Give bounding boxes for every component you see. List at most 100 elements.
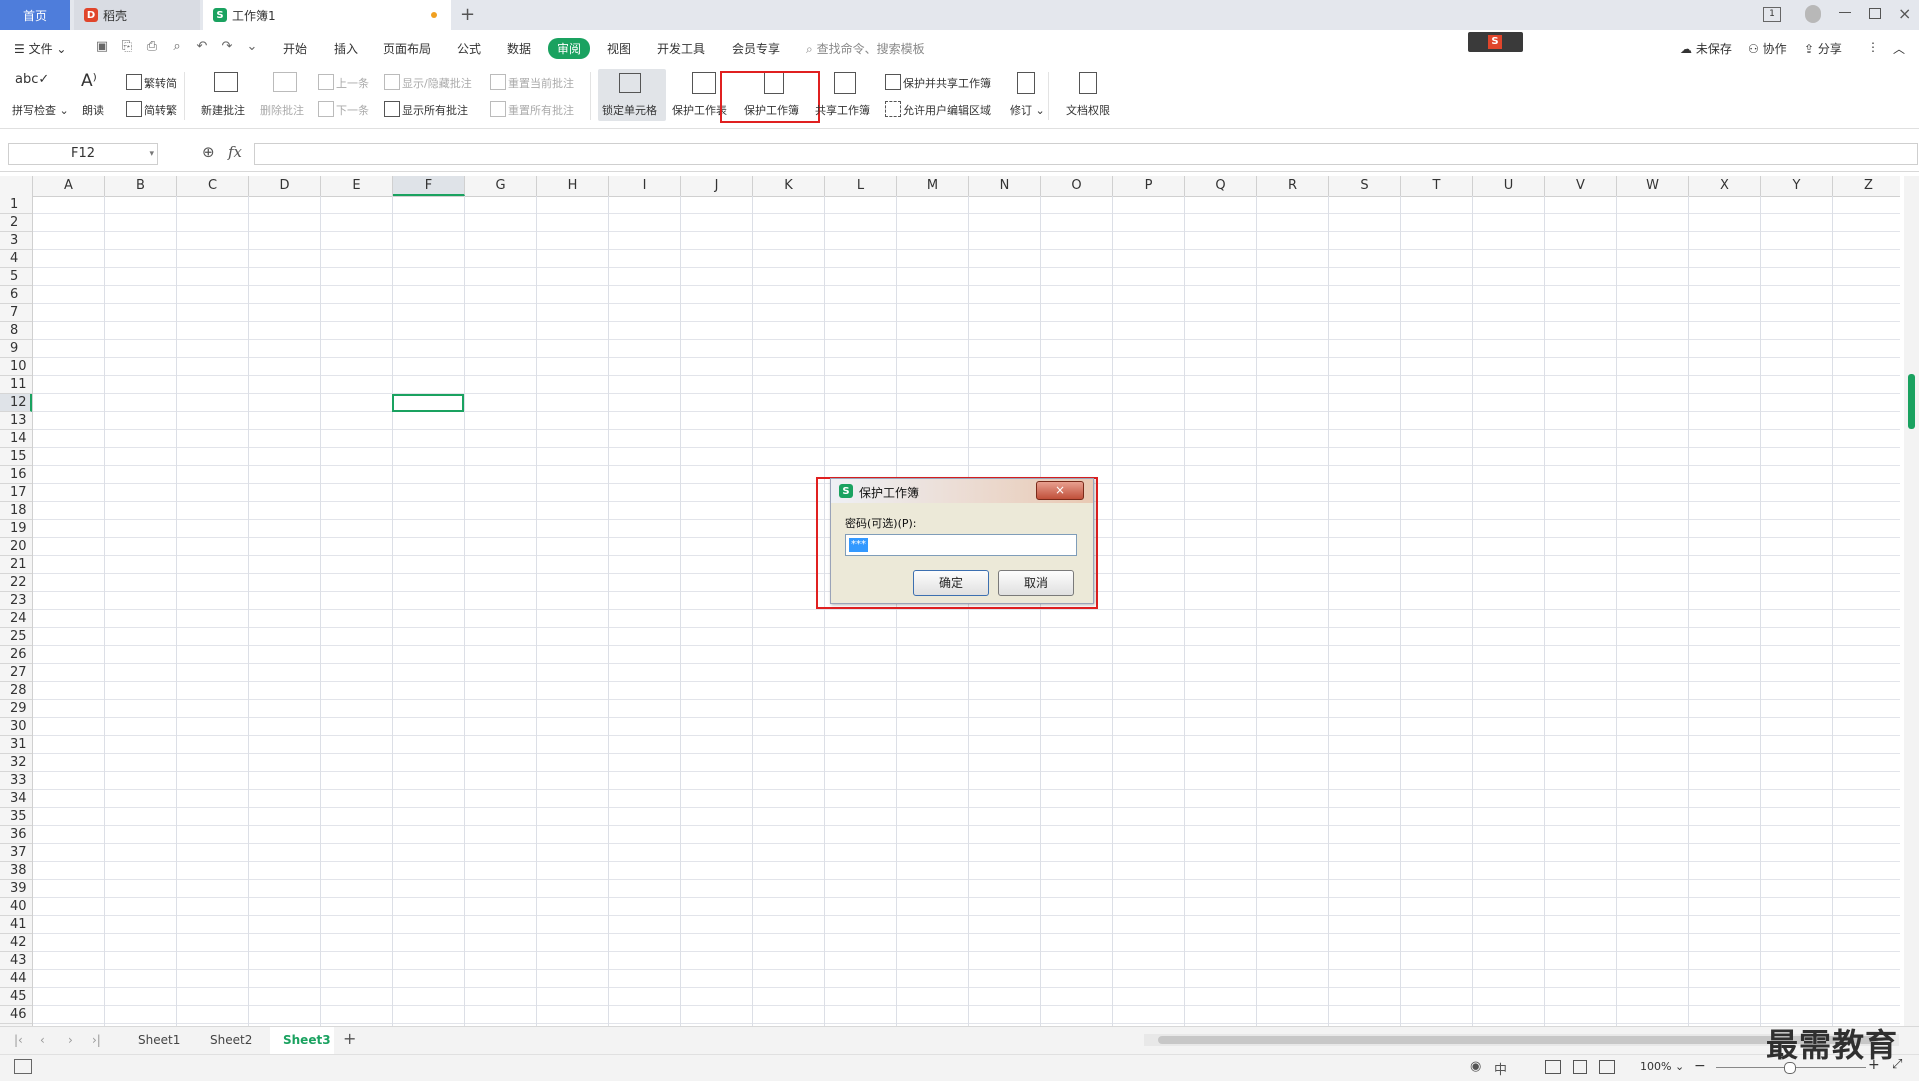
row-header-32[interactable]: 32 — [0, 754, 32, 772]
name-box-dropdown-icon[interactable]: ▾ — [149, 144, 154, 164]
trad-to-simp-button[interactable]: 繁转简 — [126, 74, 177, 91]
track-changes-button[interactable]: 修订 ⌄ — [1010, 102, 1045, 118]
zoom-out-icon[interactable]: − — [1694, 1058, 1706, 1074]
first-sheet-icon[interactable]: |‹ — [14, 1033, 23, 1047]
next-sheet-icon[interactable]: › — [68, 1033, 73, 1047]
menu-formula[interactable]: 公式 — [457, 40, 481, 57]
unsaved-status[interactable]: ☁ 未保存 — [1680, 40, 1732, 57]
column-header-i[interactable]: I — [609, 176, 681, 196]
row-header-22[interactable]: 22 — [0, 574, 32, 592]
row-header-45[interactable]: 45 — [0, 988, 32, 1006]
column-header-c[interactable]: C — [177, 176, 249, 196]
reset-all-comments-button[interactable]: 重置所有批注 — [490, 101, 574, 118]
column-header-f[interactable]: F — [393, 176, 465, 196]
row-header-20[interactable]: 20 — [0, 538, 32, 556]
print-preview-icon[interactable]: ⌕ — [170, 40, 184, 54]
column-header-m[interactable]: M — [897, 176, 969, 196]
restore-icon[interactable] — [1869, 8, 1881, 19]
name-box[interactable]: F12 ▾ — [8, 143, 158, 165]
ime-toolbar[interactable]: S — [1468, 32, 1523, 52]
column-header-y[interactable]: Y — [1761, 176, 1833, 196]
column-header-k[interactable]: K — [753, 176, 825, 196]
share-button[interactable]: ⇪ 分享 — [1804, 40, 1842, 57]
column-header-u[interactable]: U — [1473, 176, 1545, 196]
row-header-18[interactable]: 18 — [0, 502, 32, 520]
row-header-30[interactable]: 30 — [0, 718, 32, 736]
menu-review[interactable]: 审阅 — [548, 38, 591, 59]
menu-insert[interactable]: 插入 — [334, 40, 358, 57]
vertical-scroll-thumb[interactable] — [1908, 374, 1915, 429]
column-header-t[interactable]: T — [1401, 176, 1473, 196]
row-header-9[interactable]: 9 — [0, 340, 32, 358]
allow-edit-ranges-button[interactable]: 允许用户编辑区域 — [885, 101, 991, 118]
next-comment-button[interactable]: 下一条 — [318, 101, 369, 118]
row-header-11[interactable]: 11 — [0, 376, 32, 394]
row-header-40[interactable]: 40 — [0, 898, 32, 916]
row-header-28[interactable]: 28 — [0, 682, 32, 700]
row-header-26[interactable]: 26 — [0, 646, 32, 664]
column-header-q[interactable]: Q — [1185, 176, 1257, 196]
simp-to-trad-button[interactable]: 简转繁 — [126, 101, 177, 118]
row-header-21[interactable]: 21 — [0, 556, 32, 574]
row-header-31[interactable]: 31 — [0, 736, 32, 754]
row-header-10[interactable]: 10 — [0, 358, 32, 376]
sheet-tab-sheet1[interactable]: Sheet1 — [138, 1033, 180, 1047]
new-tab-plus-icon[interactable]: + — [460, 4, 475, 25]
close-window-icon[interactable]: × — [1898, 4, 1911, 23]
new-comment-button[interactable]: 新建批注 — [201, 102, 245, 118]
page-break-view-icon[interactable] — [1573, 1060, 1587, 1074]
row-header-29[interactable]: 29 — [0, 700, 32, 718]
row-header-15[interactable]: 15 — [0, 448, 32, 466]
select-all-corner[interactable] — [0, 176, 33, 196]
row-header-25[interactable]: 25 — [0, 628, 32, 646]
column-header-a[interactable]: A — [33, 176, 105, 196]
row-header-6[interactable]: 6 — [0, 286, 32, 304]
column-header-g[interactable]: G — [465, 176, 537, 196]
formula-input[interactable] — [254, 143, 1918, 165]
input-method-icon[interactable]: 中 — [1494, 1059, 1507, 1078]
protect-sheet-button[interactable]: 保护工作表 — [672, 102, 727, 118]
row-header-33[interactable]: 33 — [0, 772, 32, 790]
column-header-l[interactable]: L — [825, 176, 897, 196]
password-input[interactable]: *** — [845, 534, 1077, 556]
last-sheet-icon[interactable]: ›| — [92, 1033, 101, 1047]
menu-data[interactable]: 数据 — [507, 40, 531, 57]
row-header-24[interactable]: 24 — [0, 610, 32, 628]
selected-cell-f12[interactable] — [392, 394, 464, 412]
save-icon[interactable]: ▣ — [95, 40, 109, 54]
print-icon[interactable]: ⎙ — [145, 40, 159, 54]
cell-grid[interactable] — [33, 196, 1900, 1026]
column-header-o[interactable]: O — [1041, 176, 1113, 196]
macro-record-icon[interactable] — [14, 1059, 32, 1074]
column-header-p[interactable]: P — [1113, 176, 1185, 196]
prev-comment-button[interactable]: 上一条 — [318, 74, 369, 91]
row-header-39[interactable]: 39 — [0, 880, 32, 898]
column-header-z[interactable]: Z — [1833, 176, 1905, 196]
row-header-43[interactable]: 43 — [0, 952, 32, 970]
reset-current-comment-button[interactable]: 重置当前批注 — [490, 74, 574, 91]
sheet-tab-sheet3[interactable]: Sheet3 — [283, 1033, 331, 1047]
customize-dropdown-icon[interactable]: ⌄ — [245, 40, 259, 54]
prev-sheet-icon[interactable]: ‹ — [40, 1033, 45, 1047]
row-header-19[interactable]: 19 — [0, 520, 32, 538]
avatar[interactable] — [1805, 5, 1821, 23]
column-header-x[interactable]: X — [1689, 176, 1761, 196]
spell-check-button[interactable]: 拼写检查 ⌄ — [12, 102, 69, 118]
reading-view-icon[interactable] — [1599, 1060, 1615, 1074]
column-header-h[interactable]: H — [537, 176, 609, 196]
redo-icon[interactable]: ↷ — [220, 40, 234, 54]
vertical-scrollbar[interactable] — [1904, 176, 1919, 1026]
row-header-13[interactable]: 13 — [0, 412, 32, 430]
eye-protection-icon[interactable]: ◉ — [1470, 1059, 1481, 1074]
show-hide-comment-button[interactable]: 显示/隐藏批注 — [384, 74, 472, 91]
row-header-37[interactable]: 37 — [0, 844, 32, 862]
undo-icon[interactable]: ↶ — [195, 40, 209, 54]
row-header-8[interactable]: 8 — [0, 322, 32, 340]
collaborate-button[interactable]: ⚇ 协作 — [1748, 40, 1787, 57]
fx-icon[interactable]: fx — [228, 143, 242, 161]
row-header-36[interactable]: 36 — [0, 826, 32, 844]
row-header-7[interactable]: 7 — [0, 304, 32, 322]
column-header-r[interactable]: R — [1257, 176, 1329, 196]
dialog-close-button[interactable]: × — [1036, 481, 1084, 500]
zoom-formula-icon[interactable]: ⊕ — [202, 143, 215, 161]
